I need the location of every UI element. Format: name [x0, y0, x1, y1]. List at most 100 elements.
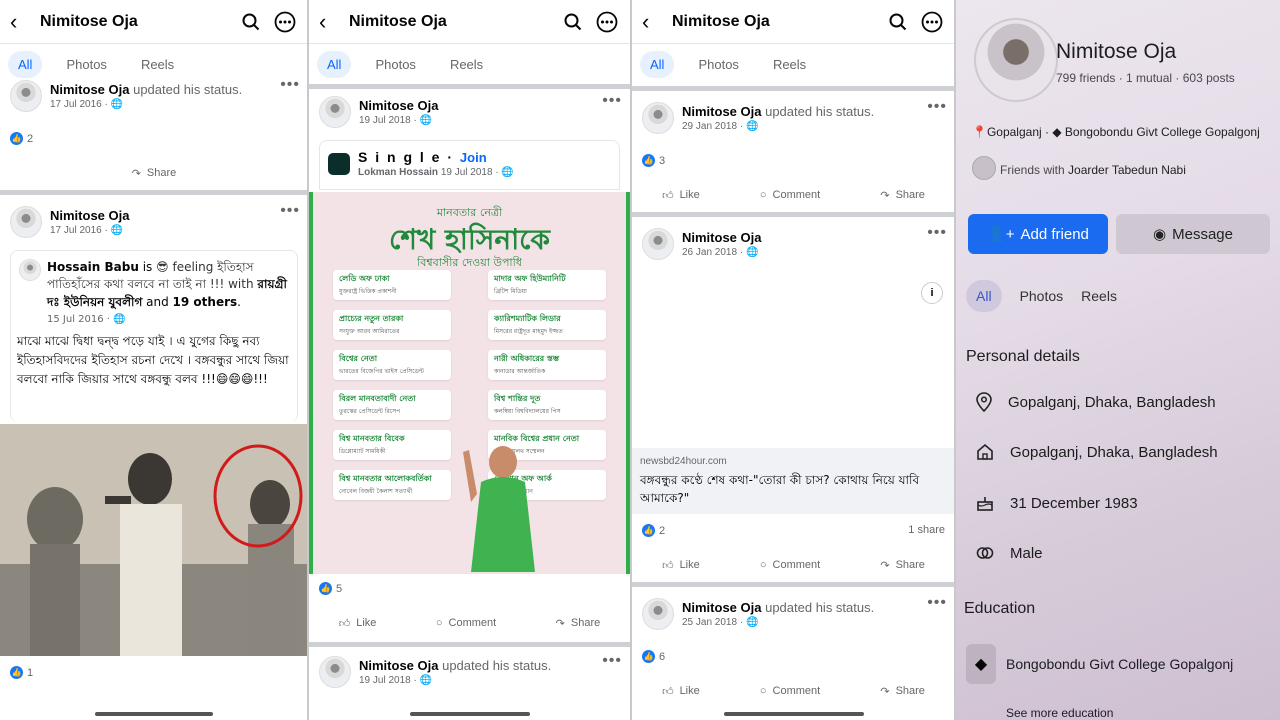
avatar[interactable] [319, 656, 351, 688]
comment-button[interactable]: ○ Comment [760, 559, 820, 571]
avatar[interactable] [642, 228, 674, 260]
like-button[interactable]: 👍︎ Like [662, 685, 700, 698]
post-actions: 👍︎ Like ○ Comment ↷ Share [632, 180, 955, 210]
avatar[interactable] [10, 206, 42, 238]
tab-all[interactable]: All [8, 50, 43, 78]
post-menu-icon[interactable]: ••• [927, 594, 947, 612]
shared-others[interactable]: 19 others [173, 295, 238, 309]
group-header[interactable]: S i n g l e · Join Lokman Hossain 19 Jul… [319, 140, 620, 190]
info-icon[interactable]: i [921, 282, 943, 304]
post-menu-icon[interactable]: ••• [602, 652, 622, 670]
share-button[interactable]: ↷ Share [880, 559, 925, 572]
tab-all[interactable]: All [966, 280, 1002, 312]
tab-reels[interactable]: Reels [131, 51, 184, 78]
back-arrow-icon[interactable]: ‹ [319, 9, 339, 35]
tab-all[interactable]: All [640, 50, 675, 78]
detail-hometown: Gopalganj, Dhaka, Bangladesh [1010, 443, 1218, 461]
reaction-count[interactable]: 👍 5 [319, 582, 342, 595]
share-button[interactable]: ↷ Share [880, 189, 925, 202]
shared-date[interactable]: 15 Jul 2016 · [47, 314, 113, 325]
avatar[interactable] [10, 80, 42, 112]
post-graphic[interactable]: মানবতার নেত্রী শেখ হাসিনাকে বিশ্ববাসীর দ… [309, 192, 630, 574]
more-options-icon[interactable] [596, 11, 618, 33]
location-pin-icon: 📍 [972, 125, 987, 139]
like-button[interactable]: 👍︎ Like [339, 617, 377, 630]
search-icon[interactable] [240, 11, 262, 33]
more-options-icon[interactable] [921, 11, 943, 33]
search-icon[interactable] [562, 11, 584, 33]
group-author[interactable]: Lokman Hossain [358, 167, 438, 178]
post-author[interactable]: Nimitose Oja [50, 82, 129, 97]
like-button[interactable]: 👍︎ Like [662, 559, 700, 572]
link-preview[interactable]: newsbd24hour.com বঙ্গবন্ধুর কণ্ঠে শেষ কথ… [632, 448, 955, 514]
post-menu-icon[interactable]: ••• [280, 76, 300, 94]
more-options-icon[interactable] [274, 11, 296, 33]
share-button[interactable]: ↷ Share [556, 617, 601, 630]
post-author[interactable]: Nimitose Oja [682, 600, 761, 615]
profile-avatar[interactable] [974, 18, 1058, 102]
like-button[interactable]: 👍︎ Like [662, 189, 700, 202]
join-button[interactable]: Join [460, 150, 487, 165]
post-date[interactable]: 19 Jul 2018 · [359, 675, 420, 686]
reaction-count[interactable]: 👍 3 [642, 154, 665, 167]
tab-photos[interactable]: Photos [1020, 288, 1064, 304]
avatar[interactable] [642, 102, 674, 134]
post-date[interactable]: 29 Jan 2018 · [682, 121, 746, 132]
post-menu-icon[interactable]: ••• [602, 92, 622, 110]
group-avatar[interactable] [328, 152, 350, 175]
comment-button[interactable]: ○ Comment [436, 617, 496, 629]
reaction-count[interactable]: 👍 2 [10, 132, 33, 145]
link-preview-image[interactable]: i [632, 270, 955, 448]
reaction-count[interactable]: 👍 6 [642, 650, 665, 663]
mutual-count[interactable]: 1 mutual [1126, 71, 1172, 85]
comment-button[interactable]: ○ Comment [760, 685, 820, 697]
tab-photos[interactable]: Photos [56, 51, 116, 78]
intro-college[interactable]: Bongobondu Givt College Gopalgonj [1065, 125, 1260, 139]
message-button[interactable]: ◉ Message [1116, 214, 1270, 254]
shared-author[interactable]: Hossain Babu [47, 260, 139, 274]
post-date[interactable]: 17 Jul 2016 · [50, 225, 111, 236]
share-button[interactable]: ↷ Share [132, 167, 177, 180]
post-date[interactable]: 26 Jan 2018 · [682, 247, 746, 258]
comment-button[interactable]: ○ Comment [760, 189, 820, 201]
friends-count[interactable]: 799 friends [1056, 71, 1115, 85]
post-menu-icon[interactable]: ••• [927, 98, 947, 116]
post-date[interactable]: 19 Jul 2018 · [359, 115, 420, 126]
group-date[interactable]: 19 Jul 2018 · [441, 167, 502, 178]
mutual-friend-avatar[interactable] [972, 156, 996, 180]
shared-post[interactable]: Hossain Babu is 😎 feeling ইতিহাস পাতিহাঁ… [10, 250, 298, 422]
tab-reels[interactable]: Reels [440, 51, 493, 78]
back-arrow-icon[interactable]: ‹ [10, 9, 30, 35]
tab-reels[interactable]: Reels [763, 51, 816, 78]
post-photo[interactable] [0, 424, 308, 656]
comment-icon: ○ [759, 685, 767, 697]
filter-tabs: All Photos Reels [309, 44, 630, 84]
share-count[interactable]: 1 share [908, 524, 945, 536]
tab-all[interactable]: All [317, 50, 352, 78]
education-item[interactable]: Bongobondu Givt College Gopalgonj [1006, 656, 1233, 672]
post-date[interactable]: 25 Jan 2018 · [682, 617, 746, 628]
post-author[interactable]: Nimitose Oja [682, 230, 761, 245]
post-menu-icon[interactable]: ••• [280, 202, 300, 220]
post-author[interactable]: Nimitose Oja [359, 98, 438, 113]
tab-photos[interactable]: Photos [365, 51, 425, 78]
post-date[interactable]: 17 Jul 2016 · [50, 99, 111, 110]
friends-with-name[interactable]: Joarder Tabedun Nabi [1068, 163, 1186, 177]
post-author[interactable]: Nimitose Oja [359, 658, 438, 673]
tab-photos[interactable]: Photos [688, 51, 748, 78]
post-menu-icon[interactable]: ••• [927, 224, 947, 242]
search-icon[interactable] [887, 11, 909, 33]
tab-reels[interactable]: Reels [1081, 288, 1117, 304]
avatar[interactable] [19, 259, 41, 281]
add-friend-button[interactable]: 👤+ Add friend [968, 214, 1108, 254]
post-author[interactable]: Nimitose Oja [50, 208, 129, 223]
reaction-count[interactable]: 👍 1 [10, 666, 33, 679]
avatar[interactable] [319, 96, 351, 128]
see-more-education-link[interactable]: See more education [1006, 706, 1113, 720]
reaction-count[interactable]: 👍 2 [642, 524, 665, 537]
share-button[interactable]: ↷ Share [880, 685, 925, 698]
back-arrow-icon[interactable]: ‹ [642, 9, 662, 35]
group-name[interactable]: S i n g l e [358, 149, 441, 165]
post-author[interactable]: Nimitose Oja [682, 104, 761, 119]
avatar[interactable] [642, 598, 674, 630]
